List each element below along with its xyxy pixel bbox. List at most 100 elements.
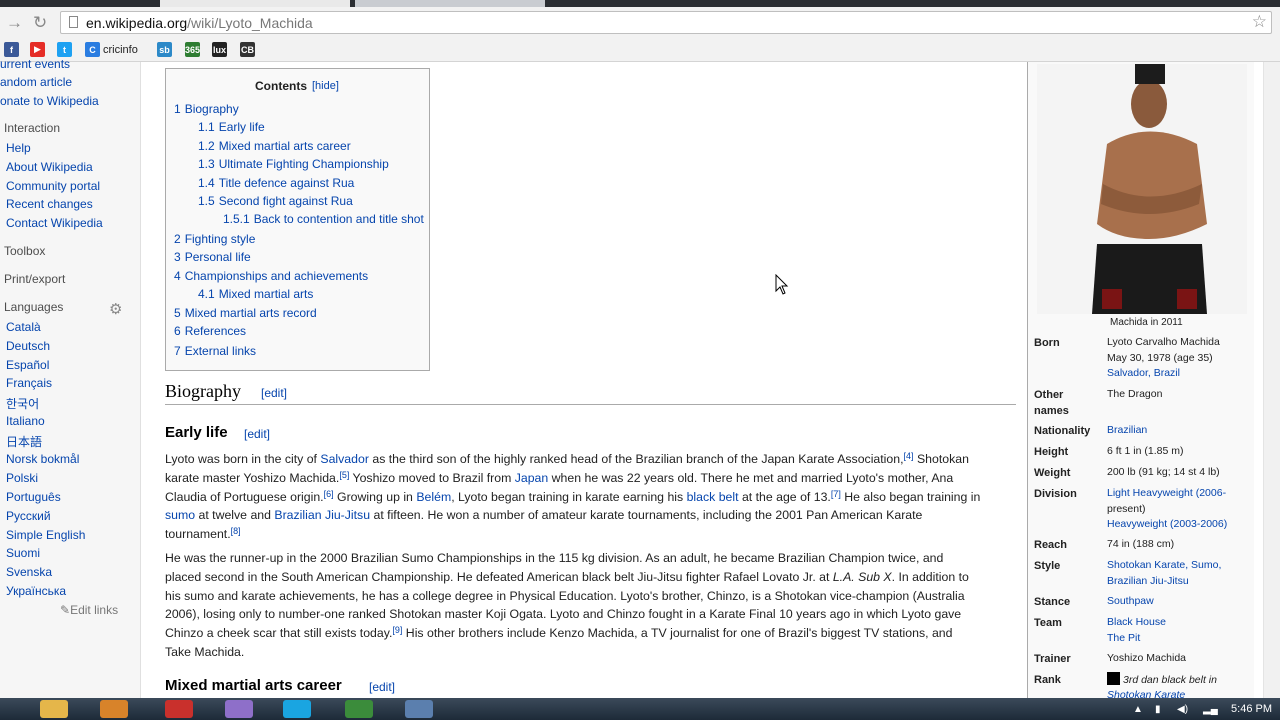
infobox-link[interactable]: Southpaw [1107, 595, 1154, 607]
sidebar-item-about-wikipedia[interactable]: About Wikipedia [6, 160, 93, 174]
citation-link[interactable]: [9] [392, 625, 402, 635]
explorer-icon[interactable] [40, 700, 68, 718]
inline-link[interactable]: Brazilian Jiu-Jitsu [274, 508, 370, 522]
address-bar[interactable]: en.wikipedia.org/wiki/Lyoto_Machida ☆ [60, 11, 1272, 34]
infobox-link[interactable]: Light Heavyweight (2006- [1107, 487, 1226, 499]
toc-item-mixed-martial-arts[interactable]: 4.1 Mixed martial arts [198, 287, 313, 301]
sidebar-item-lang-22[interactable]: Русский [6, 509, 51, 523]
infobox-link[interactable]: Shotokan Karate, Sumo, [1107, 559, 1221, 571]
inline-link[interactable]: Belém [416, 490, 451, 504]
reload-icon[interactable]: ↻ [33, 13, 47, 33]
sidebar-item-deutsch[interactable]: Deutsch [6, 339, 50, 353]
chrome-icon[interactable] [345, 700, 373, 718]
toc-item-ultimate-fighting-championship[interactable]: 1.3 Ultimate Fighting Championship [198, 157, 389, 171]
bookmark-365[interactable]: 365 [185, 42, 200, 57]
sidebar-item-svenska[interactable]: Svenska [6, 565, 52, 579]
sidebar-item-portugu-s[interactable]: Português [6, 490, 61, 504]
infobox-link[interactable]: Heavyweight (2003-2006) [1107, 518, 1227, 530]
tray-battery-icon[interactable]: ▮ [1155, 704, 1161, 715]
inline-link[interactable]: sumo [165, 508, 195, 522]
sidebar-item-recent-changes[interactable]: Recent changes [6, 197, 93, 211]
app2-icon[interactable] [225, 700, 253, 718]
infobox-value[interactable]: Heavyweight (2003-2006) [1107, 517, 1227, 533]
sidebar-item-community-portal[interactable]: Community portal [6, 179, 100, 193]
url-text[interactable]: en.wikipedia.org/wiki/Lyoto_Machida [86, 15, 313, 31]
fighter-photo[interactable] [1037, 64, 1247, 314]
citation-link[interactable]: [8] [231, 526, 241, 536]
bookmark-star-icon[interactable]: ☆ [1252, 12, 1267, 32]
sidebar-item-polski[interactable]: Polski [6, 471, 38, 485]
skype-icon[interactable] [283, 700, 311, 718]
scrollbar[interactable] [1263, 62, 1280, 698]
sidebar-item-urrent-events[interactable]: urrent events [0, 57, 70, 71]
infobox-link[interactable]: Salvador, Brazil [1107, 367, 1180, 379]
tray-volume-icon[interactable]: ◀) [1177, 704, 1188, 715]
infobox-value[interactable]: Southpaw [1107, 594, 1154, 610]
tray-arrow-icon[interactable]: ▲ [1133, 704, 1143, 715]
tray-network-icon[interactable]: ▂▄ [1203, 704, 1218, 715]
sidebar-item-lang-16[interactable]: 한국어 [6, 395, 39, 412]
bookmark-facebook[interactable]: f [4, 42, 19, 57]
sidebar-item-italiano[interactable]: Italiano [6, 414, 45, 428]
toc-item-second-fight-against-rua[interactable]: 1.5 Second fight against Rua [198, 194, 353, 208]
inline-link[interactable]: black belt [687, 490, 739, 504]
sidebar-item-simple-english[interactable]: Simple English [6, 528, 85, 542]
citation-link[interactable]: [6] [324, 489, 334, 499]
bookmark-twitter[interactable]: t [57, 42, 72, 57]
infobox-link[interactable]: Brazilian Jiu-Jitsu [1107, 575, 1189, 587]
sidebar-item-andom-article[interactable]: andom article [0, 75, 72, 89]
sidebar-item-catal[interactable]: Català [6, 320, 41, 334]
app-icon[interactable] [165, 700, 193, 718]
toc-item-early-life[interactable]: 1.1 Early life [198, 120, 265, 134]
toc-item-title-defence-against-rua[interactable]: 1.4 Title defence against Rua [198, 176, 354, 190]
tab-active[interactable] [160, 0, 350, 7]
sidebar-item-fran-ais[interactable]: Français [6, 376, 52, 390]
toc-item-biography[interactable]: 1 Biography [174, 102, 239, 116]
toc-item-fighting-style[interactable]: 2 Fighting style [174, 232, 255, 246]
citation-link[interactable]: [5] [339, 470, 349, 480]
inline-link[interactable]: Japan [515, 471, 549, 485]
toc-item-championships-and-achievements[interactable]: 4 Championships and achievements [174, 269, 368, 283]
bookmark-luxbet[interactable]: lux [212, 42, 227, 57]
infobox-link[interactable]: The Pit [1107, 632, 1140, 644]
sidebar-item-lang-26[interactable]: Українська [6, 584, 66, 598]
infobox-link[interactable]: Black House [1107, 616, 1166, 628]
sidebar-section-print-export[interactable]: Print/export [4, 272, 65, 286]
tab-inactive[interactable] [355, 0, 545, 7]
sidebar-item-espa-ol[interactable]: Español [6, 358, 49, 372]
infobox-value[interactable]: Brazilian Jiu-Jitsu [1107, 574, 1189, 590]
sidebar-section-toolbox[interactable]: Toolbox [4, 244, 45, 258]
sidebar-item-norsk-bokm-l[interactable]: Norsk bokmål [6, 452, 79, 466]
edit-links[interactable]: ✎Edit links [60, 603, 118, 617]
infobox-value[interactable]: Black House [1107, 615, 1166, 631]
toc-item-mixed-martial-arts-record[interactable]: 5 Mixed martial arts record [174, 306, 317, 320]
sidebar-item-onate-to-wikipedia[interactable]: onate to Wikipedia [0, 94, 99, 108]
infobox-value[interactable]: Brazilian [1107, 423, 1147, 439]
infobox-value[interactable]: Salvador, Brazil [1107, 366, 1180, 382]
citation-link[interactable]: [4] [904, 451, 914, 461]
infobox-link[interactable]: Brazilian [1107, 424, 1147, 436]
toc-item-personal-life[interactable]: 3 Personal life [174, 250, 251, 264]
bookmark-cb[interactable]: CB [240, 42, 255, 57]
edit-early-life-link[interactable]: [edit] [244, 427, 270, 441]
bookmark-sb[interactable]: sb [157, 42, 172, 57]
sidebar-item-lang-18[interactable]: 日本語 [6, 433, 42, 450]
forward-icon[interactable]: → [6, 13, 23, 33]
edit-mma-career-link[interactable]: [edit] [369, 680, 395, 694]
sidebar-item-suomi[interactable]: Suomi [6, 546, 40, 560]
bookmark-youtube[interactable]: ▶ [30, 42, 45, 57]
toc-item-external-links[interactable]: 7 External links [174, 344, 256, 358]
edit-biography-link[interactable]: [edit] [261, 386, 287, 400]
toc-item-back-to-contention-and-title-shot[interactable]: 1.5.1 Back to contention and title shot [223, 212, 424, 226]
citation-link[interactable]: [7] [831, 489, 841, 499]
bookmark-cricinfo[interactable]: Ccricinfo [85, 42, 138, 57]
sidebar-item-contact-wikipedia[interactable]: Contact Wikipedia [6, 216, 103, 230]
media-icon[interactable] [100, 700, 128, 718]
infobox-value[interactable]: The Pit [1107, 631, 1140, 647]
gear-icon[interactable]: ⚙ [109, 300, 122, 318]
infobox-value[interactable]: Shotokan Karate, Sumo, [1107, 558, 1221, 574]
toc-item-references[interactable]: 6 References [174, 324, 246, 338]
save-app-icon[interactable] [405, 700, 433, 718]
toc-item-mixed-martial-arts-career[interactable]: 1.2 Mixed martial arts career [198, 139, 351, 153]
inline-link[interactable]: Salvador [320, 452, 369, 466]
